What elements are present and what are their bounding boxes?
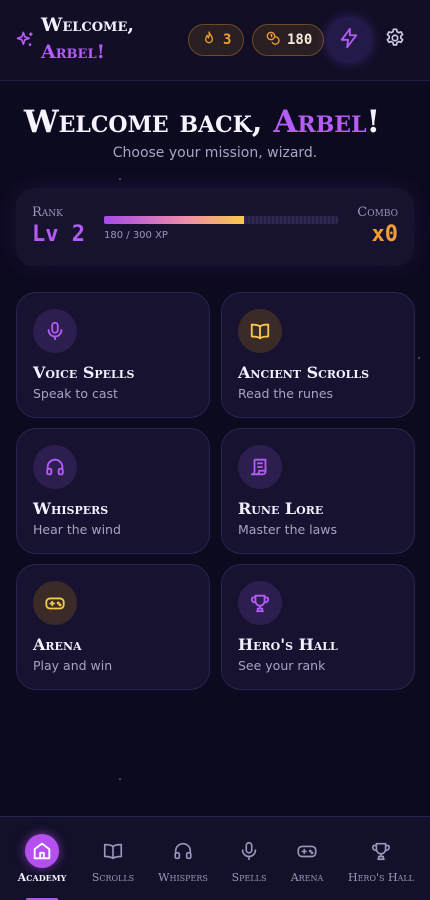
- streak-count: 3: [223, 32, 232, 48]
- combo-value: x0: [371, 222, 399, 247]
- rank-label: Rank: [32, 205, 63, 220]
- page-subtitle: Choose your mission, wizard.: [112, 145, 318, 161]
- mission-title: Voice Spells: [33, 363, 135, 382]
- nav-item-spells[interactable]: Spells: [226, 817, 272, 900]
- mission-subtitle: Play and win: [33, 658, 113, 673]
- xp-progress-bar: [104, 216, 338, 224]
- nav-item-whispers[interactable]: Whispers: [154, 817, 212, 900]
- xp-text: 180 / 300 XP: [104, 230, 168, 241]
- nav-label: Arena: [290, 871, 324, 884]
- scroll-icon: [238, 445, 282, 489]
- mission-title: Ancient Scrolls: [238, 363, 370, 382]
- xp-progress-fill: [104, 216, 245, 224]
- nav-label: Academy: [17, 871, 67, 884]
- rank-value: Lv 2: [32, 222, 85, 247]
- mission-subtitle: Hear the wind: [33, 522, 121, 537]
- star-decoration: [119, 778, 121, 780]
- trophy-icon: [364, 834, 398, 868]
- settings-button[interactable]: [383, 28, 407, 52]
- gamepad-icon: [33, 581, 77, 625]
- lightning-icon: [338, 27, 360, 53]
- mission-subtitle: Master the laws: [238, 522, 338, 537]
- streak-counter[interactable]: 3: [188, 24, 244, 56]
- star-decoration: [418, 357, 420, 359]
- nav-item-scrolls[interactable]: Scrolls: [86, 817, 140, 900]
- headphones-icon: [166, 834, 200, 868]
- progress-card: Rank Lv 2 180 / 300 XP Combo x0: [16, 188, 414, 266]
- mission-title: Whispers: [33, 499, 109, 518]
- book-icon: [96, 834, 130, 868]
- microphone-icon: [232, 834, 266, 868]
- nav-item-arena[interactable]: Arena: [284, 817, 330, 900]
- combo-label: Combo: [357, 205, 398, 220]
- mission-title: Arena: [33, 635, 82, 654]
- mission-title: Rune Lore: [238, 499, 324, 518]
- gold-amount: 180: [287, 32, 313, 48]
- welcome-greeting: Welcome, Arbel!: [41, 12, 134, 66]
- mission-card-rune-lore[interactable]: Rune Lore Master the laws: [221, 428, 415, 554]
- mission-title: Hero's Hall: [238, 635, 338, 654]
- home-icon: [25, 834, 59, 868]
- mission-card-heros-hall[interactable]: Hero's Hall See your rank: [221, 564, 415, 690]
- mission-card-ancient-scrolls[interactable]: Ancient Scrolls Read the runes: [221, 292, 415, 418]
- sparkles-icon: [15, 30, 35, 50]
- nav-item-heros-hall[interactable]: Hero's Hall: [342, 817, 420, 900]
- headphones-icon: [33, 445, 77, 489]
- mission-subtitle: See your rank: [238, 658, 326, 673]
- title-prefix: Welcome back,: [23, 104, 274, 140]
- coins-icon: [265, 30, 281, 50]
- book-icon: [238, 309, 282, 353]
- app-header: Welcome, Arbel! 3 180: [0, 0, 430, 81]
- mission-card-arena[interactable]: Arena Play and win: [16, 564, 210, 690]
- microphone-icon: [33, 309, 77, 353]
- nav-label: Spells: [231, 871, 267, 884]
- mission-card-whispers[interactable]: Whispers Hear the wind: [16, 428, 210, 554]
- nav-item-academy[interactable]: Academy: [12, 817, 72, 900]
- gold-counter[interactable]: 180: [252, 24, 324, 56]
- welcome-line-2: Arbel!: [41, 41, 105, 63]
- nav-label: Scrolls: [91, 871, 135, 884]
- welcome-line-1: Welcome,: [41, 14, 134, 36]
- nav-label: Hero's Hall: [347, 871, 414, 884]
- star-decoration: [119, 178, 121, 180]
- trophy-icon: [238, 581, 282, 625]
- title-name: Arbel: [273, 104, 367, 140]
- flame-icon: [201, 30, 217, 50]
- title-suffix: !: [366, 104, 381, 140]
- nav-label: Whispers: [158, 871, 208, 884]
- bottom-navigation: Academy Scrolls Whispers Spells Arena He…: [0, 816, 430, 900]
- mission-subtitle: Speak to cast: [33, 386, 118, 401]
- mission-subtitle: Read the runes: [238, 386, 334, 401]
- mission-card-voice-spells[interactable]: Voice Spells Speak to cast: [16, 292, 210, 418]
- gamepad-icon: [290, 834, 324, 868]
- page-title: Welcome back, Arbel!: [0, 101, 404, 143]
- power-button[interactable]: [328, 19, 370, 61]
- gear-icon: [384, 27, 406, 53]
